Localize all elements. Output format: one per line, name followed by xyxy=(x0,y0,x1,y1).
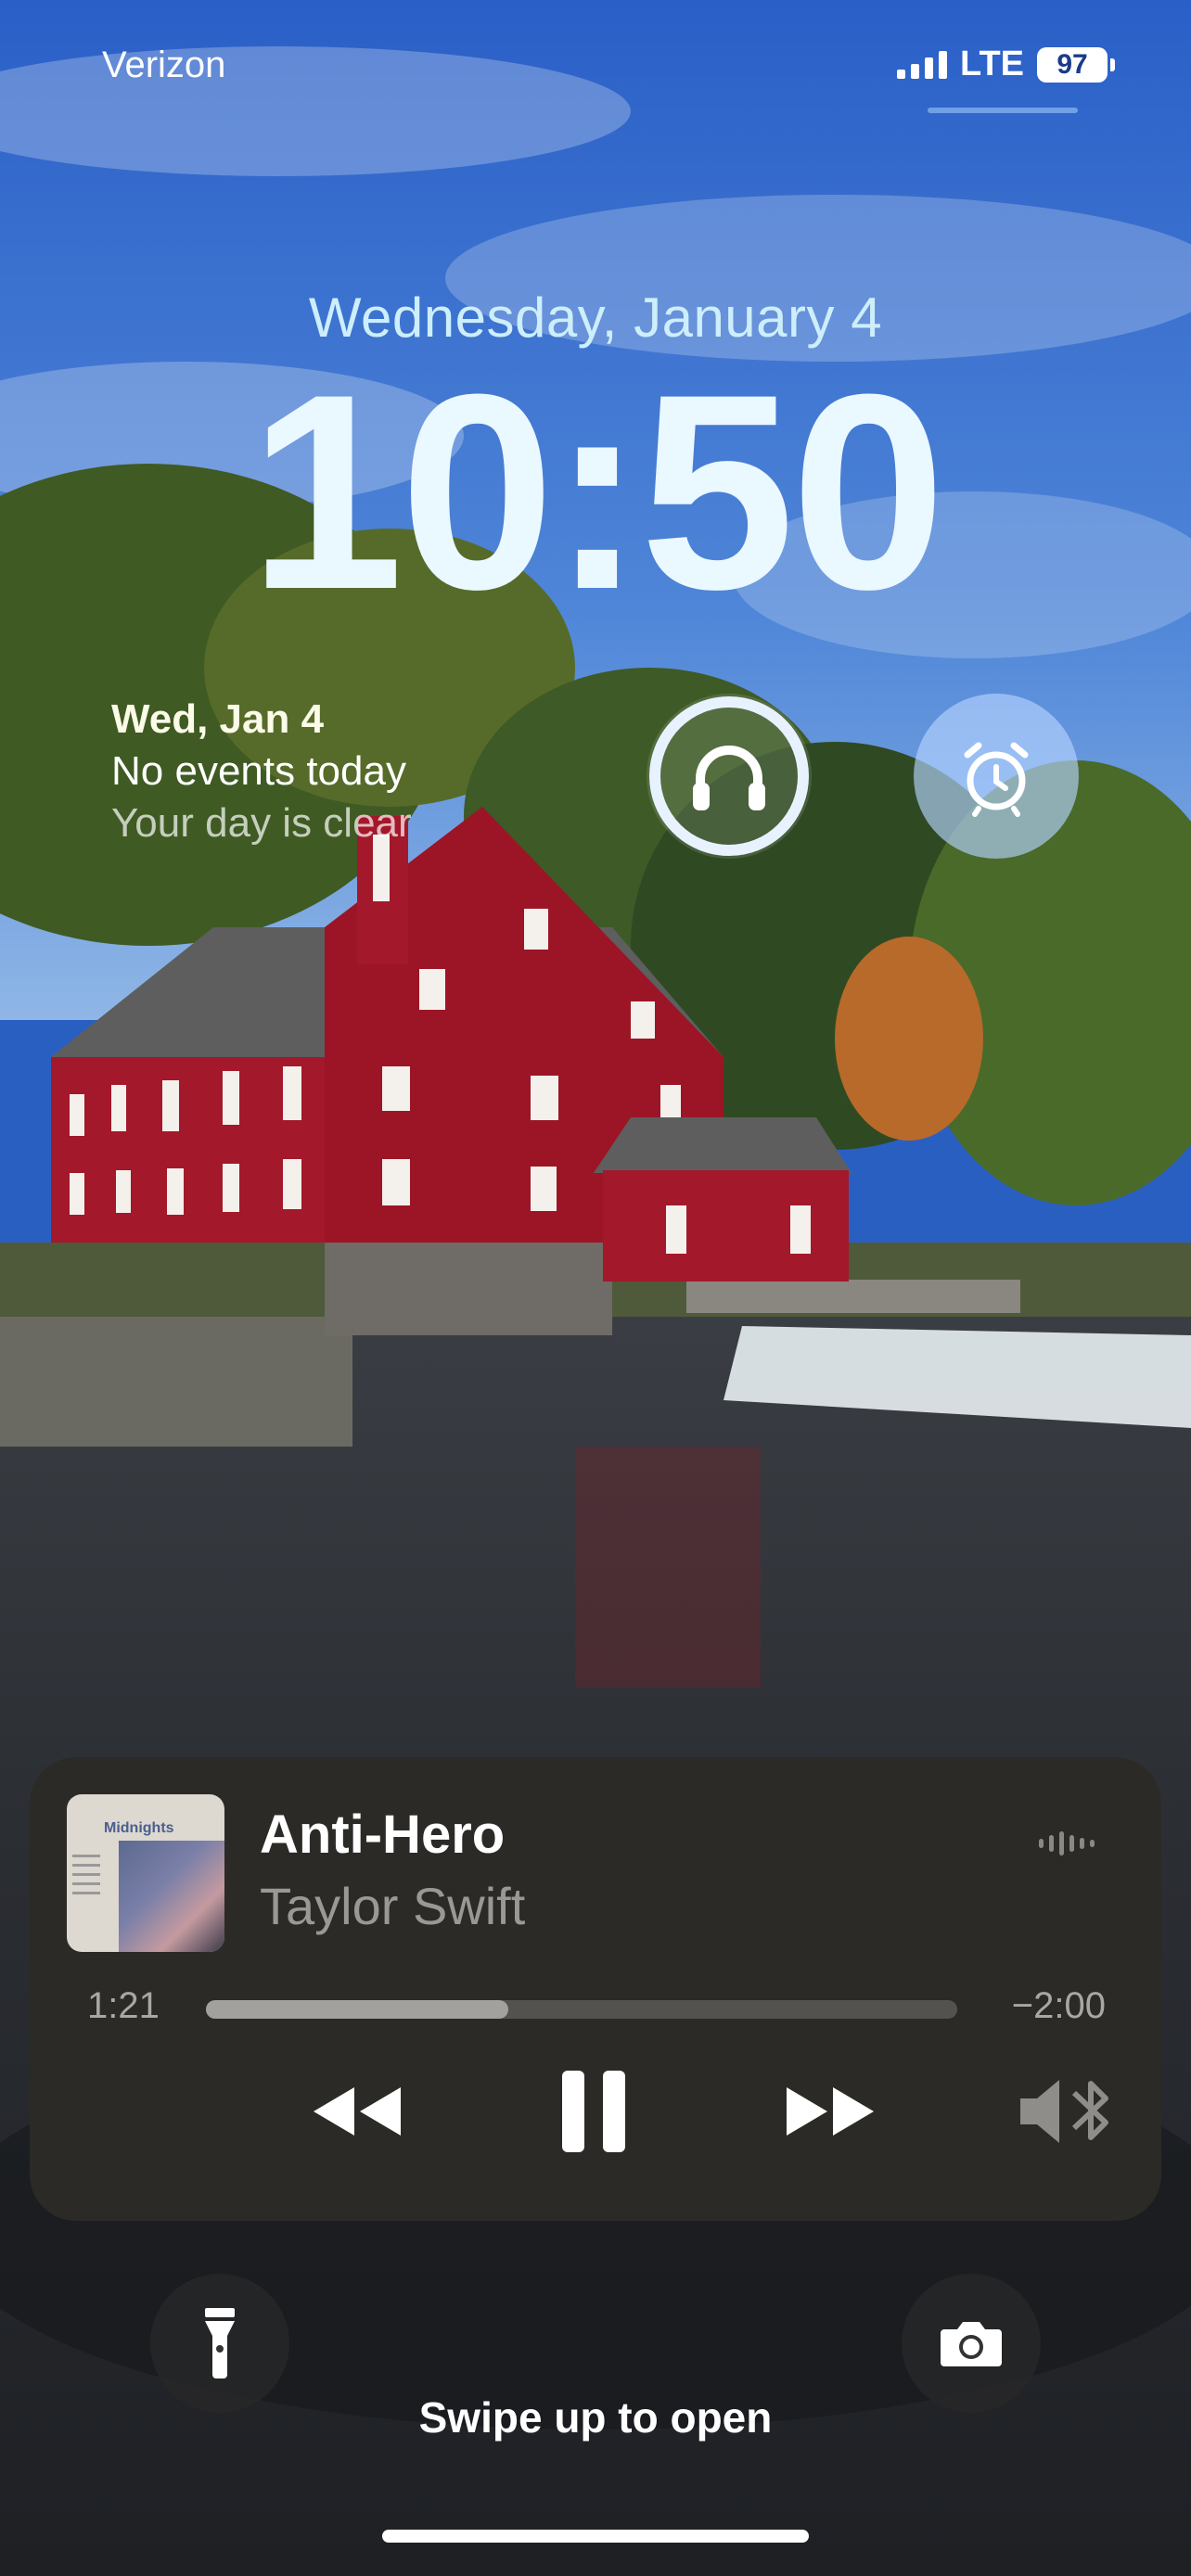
control-center-grabber[interactable] xyxy=(928,108,1078,113)
calendar-widget-status: No events today xyxy=(111,748,406,794)
lock-time: 10:50 xyxy=(249,336,945,647)
carrier-name: Verizon xyxy=(102,45,226,85)
rewind-icon xyxy=(314,2087,401,2136)
fast-forward-icon xyxy=(787,2087,874,2136)
album-artwork[interactable]: Midnights xyxy=(67,1794,224,1952)
remaining-time: −2:00 xyxy=(1011,1985,1106,2026)
calendar-widget-date: Wed, Jan 4 xyxy=(111,696,325,742)
next-track-button[interactable] xyxy=(783,2084,876,2144)
status-indicators: LTE 97 xyxy=(897,45,1115,84)
previous-track-button[interactable] xyxy=(312,2084,404,2144)
now-playing-widget[interactable]: Midnights Anti-Hero Taylor Swift 1:21 −2… xyxy=(30,1757,1161,2221)
waveform-icon xyxy=(1039,1831,1095,1855)
calendar-widget-subtitle: Your day is clear xyxy=(111,800,412,846)
headphones-icon xyxy=(649,696,809,856)
alarm-clock-icon xyxy=(964,742,1029,817)
alarm-widget[interactable] xyxy=(914,694,1079,859)
camera-icon xyxy=(941,2322,1002,2366)
album-artwork-title: Midnights xyxy=(104,1820,174,1836)
battery-level: 97 xyxy=(1057,48,1088,80)
network-type: LTE xyxy=(960,45,1024,83)
status-bar: Verizon LTE 97 xyxy=(0,0,1191,130)
home-indicator[interactable] xyxy=(382,2530,809,2543)
audio-output-button[interactable] xyxy=(1017,2080,1119,2153)
battery-icon: 97 xyxy=(1037,46,1115,83)
pause-icon xyxy=(562,2071,625,2152)
bluetooth-speaker-icon xyxy=(1020,2080,1108,2143)
elapsed-time: 1:21 xyxy=(87,1985,160,2026)
signal-strength-icon xyxy=(897,50,948,79)
playback-scrubber[interactable] xyxy=(206,2000,957,2019)
flashlight-icon xyxy=(205,2308,235,2378)
swipe-up-hint: Swipe up to open xyxy=(418,2393,773,2442)
playback-progress-fill xyxy=(206,2000,509,2019)
song-artist: Taylor Swift xyxy=(260,1877,526,1935)
pause-button[interactable] xyxy=(558,2071,629,2161)
headphones-battery-widget[interactable] xyxy=(647,694,812,859)
song-title: Anti-Hero xyxy=(260,1804,506,1865)
calendar-widget[interactable]: Wed, Jan 4 No events today Your day is c… xyxy=(111,694,412,849)
